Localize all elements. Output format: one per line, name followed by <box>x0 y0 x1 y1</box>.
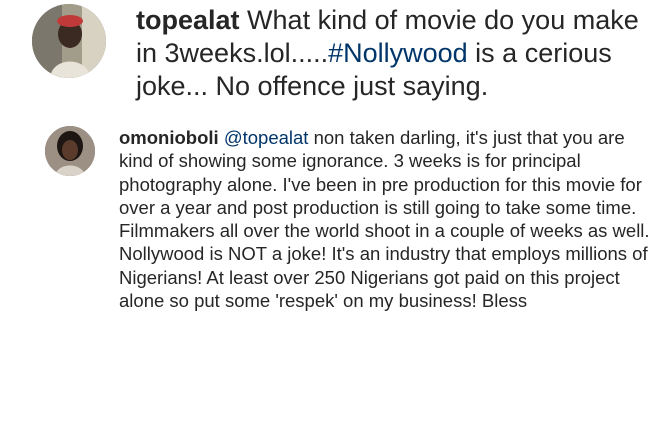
comment-omonioboli: omonioboli @topealat non taken darling, … <box>45 124 660 312</box>
comment-text: topealat What kind of movie do you make … <box>136 4 666 103</box>
mention-link[interactable]: @topealat <box>224 127 309 148</box>
hashtag-link[interactable]: #Nollywood <box>328 38 468 68</box>
user-photo-icon <box>32 4 106 78</box>
comments-thread: topealat What kind of movie do you make … <box>0 0 670 445</box>
comment-text: omonioboli @topealat non taken darling, … <box>119 126 659 312</box>
username-link[interactable]: topealat <box>136 5 240 35</box>
avatar-topealat[interactable] <box>32 4 106 78</box>
username-link[interactable]: omonioboli <box>119 127 219 148</box>
comment-body-text: non taken darling, it's just that you ar… <box>119 127 650 312</box>
avatar-omonioboli[interactable] <box>45 126 95 176</box>
user-photo-icon <box>45 126 95 176</box>
comment-topealat: topealat What kind of movie do you make … <box>32 4 666 103</box>
